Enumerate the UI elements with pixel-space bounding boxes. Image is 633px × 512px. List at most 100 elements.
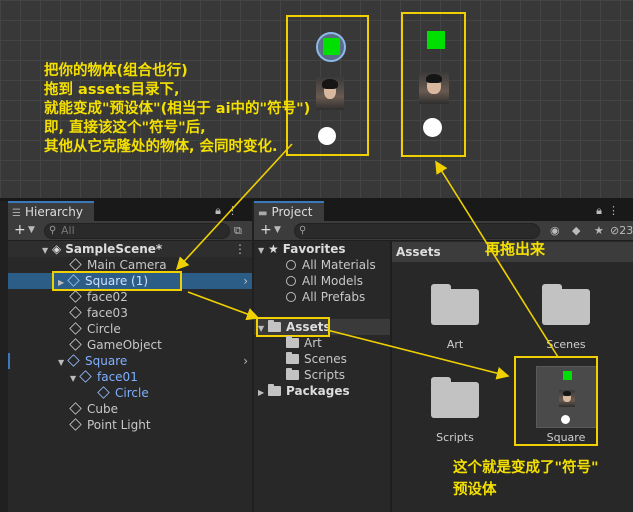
hierarchy-toolbar: + ▼ ⚲ All ⧉ xyxy=(8,221,252,241)
face-photo-sprite[interactable] xyxy=(316,77,344,110)
expand-arrow-icon[interactable]: ▼ xyxy=(258,243,268,259)
project-tab-label: Project xyxy=(271,205,313,219)
add-icon[interactable]: + xyxy=(14,222,26,238)
white-circle-sprite-clone[interactable] xyxy=(423,118,442,137)
gameobject-icon xyxy=(69,290,82,303)
expand-arrow-icon[interactable]: ▼ xyxy=(70,371,80,387)
scene-menu-icon[interactable]: ⋮ xyxy=(234,241,246,257)
project-divider[interactable] xyxy=(390,241,392,512)
project-tabbar: ▬ Project 🔒︎⋮ xyxy=(254,201,633,221)
prefab-icon xyxy=(67,354,80,367)
favorites-header[interactable]: ▼ ★ Favorites xyxy=(258,241,345,257)
assets-folder-art[interactable]: Art xyxy=(286,335,322,351)
favorite-label: All Prefabs xyxy=(302,290,366,304)
scene-visibility-icon[interactable]: ⧉ xyxy=(234,224,242,238)
search-icon xyxy=(286,260,296,270)
gameobject-icon xyxy=(69,338,82,351)
add-icon[interactable]: + xyxy=(260,222,272,238)
hierarchy-item-cube[interactable]: Cube xyxy=(69,401,118,417)
search-icon: ⚲ xyxy=(49,225,57,236)
hierarchy-panel: ☰ Hierarchy 🔒︎⋮ + ▼ ⚲ All ⧉ ▼ ◈ SampleScene*… xyxy=(8,201,252,512)
hidden-count-badge[interactable]: ⊘23 xyxy=(610,224,633,237)
filter-type-icon[interactable]: ◉ xyxy=(550,224,560,237)
assets-folder-scenes[interactable]: Scenes xyxy=(286,351,347,367)
folder-label: Scenes xyxy=(304,352,347,366)
hierarchy-item-face01[interactable]: ▼ face01 xyxy=(8,369,138,385)
hidden-count: 23 xyxy=(619,224,633,237)
gameobject-icon xyxy=(69,306,82,319)
hierarchy-search-placeholder: All xyxy=(61,224,75,237)
asset-label: Art xyxy=(446,338,464,351)
favorite-all-materials[interactable]: All Materials xyxy=(286,257,376,273)
scene-root[interactable]: ▼ ◈ SampleScene* ⋮ xyxy=(8,241,252,257)
hierarchy-search-input[interactable]: ⚲ All xyxy=(44,223,230,239)
filter-label-icon[interactable]: ◆ xyxy=(572,224,580,237)
favorite-star-icon[interactable]: ★ xyxy=(594,224,604,237)
unity-scene-icon: ◈ xyxy=(52,242,62,256)
favorite-all-prefabs[interactable]: All Prefabs xyxy=(286,289,365,305)
hierarchy-item-circle[interactable]: Circle xyxy=(69,321,121,337)
asset-label: Scripts xyxy=(436,431,474,444)
tab-project[interactable]: ▬ Project xyxy=(254,201,324,221)
prefab-note-line: 预设体 xyxy=(453,482,497,498)
folder-icon xyxy=(431,377,479,418)
hierarchy-item-point-light[interactable]: Point Light xyxy=(69,417,151,433)
item-label: face03 xyxy=(87,306,128,320)
hierarchy-item-face01-circle[interactable]: Circle xyxy=(97,385,149,401)
packages-label: Packages xyxy=(286,384,350,398)
project-tab-controls[interactable]: 🔒︎⋮ xyxy=(596,204,625,218)
packages-root[interactable]: ▶ Packages xyxy=(258,383,350,399)
item-label: face02 xyxy=(87,290,128,304)
gameobject-icon xyxy=(69,322,82,335)
hierarchy-tab-label: Hierarchy xyxy=(24,205,83,219)
chevron-right-icon[interactable]: › xyxy=(243,353,248,369)
chevron-down-icon[interactable]: ▼ xyxy=(28,225,35,235)
chevron-down-icon[interactable]: ▼ xyxy=(274,225,281,235)
list-icon: ☰ xyxy=(12,208,21,219)
star-icon: ★ xyxy=(268,242,279,256)
breadcrumb-assets[interactable]: Assets xyxy=(396,245,441,259)
gameobject-icon xyxy=(79,370,92,383)
assets-folder-scripts[interactable]: Scripts xyxy=(286,367,345,383)
green-square-sprite-clone[interactable] xyxy=(427,31,445,49)
tab-hierarchy[interactable]: ☰ Hierarchy xyxy=(8,201,94,221)
project-search-input[interactable]: ⚲ xyxy=(294,223,540,239)
face-photo-sprite-clone[interactable] xyxy=(419,72,449,104)
expand-arrow-icon[interactable]: ▼ xyxy=(42,243,52,259)
item-label: Point Light xyxy=(87,418,151,432)
main-annotation: 把你的物体(组合也行) 拖到 assets目录下, 就能变成"预设体"(相当于 … xyxy=(44,62,310,157)
hierarchy-item-gameobject[interactable]: GameObject xyxy=(69,337,162,353)
favorite-all-models[interactable]: All Models xyxy=(286,273,363,289)
square-1-highlight xyxy=(52,271,182,291)
white-circle-sprite[interactable] xyxy=(318,127,336,145)
folder-icon xyxy=(286,368,299,380)
drag-out-annotation: 再拖出来 xyxy=(485,240,546,258)
lock-icon[interactable]: 🔒︎ xyxy=(215,204,227,217)
green-square-sprite[interactable] xyxy=(323,38,340,55)
folder-icon xyxy=(286,336,299,348)
item-label: face01 xyxy=(97,370,138,384)
more-icon[interactable]: ⋮ xyxy=(608,204,625,217)
hierarchy-tab-controls[interactable]: 🔒︎⋮ xyxy=(215,204,244,218)
chevron-right-icon[interactable]: › xyxy=(243,273,248,289)
more-icon[interactable]: ⋮ xyxy=(227,204,244,217)
item-label: Cube xyxy=(87,402,118,416)
folder-icon xyxy=(542,284,590,325)
search-icon xyxy=(286,276,296,286)
prefab-highlight xyxy=(514,356,598,446)
folder-icon xyxy=(286,352,299,364)
note-line: 即, 直接该这个"符号"后, xyxy=(44,120,206,136)
hierarchy-item-face02[interactable]: face02 xyxy=(69,289,128,305)
hierarchy-item-face03[interactable]: face03 xyxy=(69,305,128,321)
scene-view[interactable]: 把你的物体(组合也行) 拖到 assets目录下, 就能变成"预设体"(相当于 … xyxy=(0,0,633,198)
hierarchy-item-square[interactable]: ▼ Square › xyxy=(8,353,252,369)
gameobject-icon xyxy=(69,402,82,415)
item-label: Circle xyxy=(115,386,149,400)
project-toolbar: + ▼ ⚲ ◉ ◆ ★ ⊘23 xyxy=(254,221,633,241)
lock-icon[interactable]: 🔒︎ xyxy=(596,204,608,217)
folder-icon: ▬ xyxy=(258,208,268,219)
note-line: 拖到 assets目录下, xyxy=(44,82,180,98)
note-line: 就能变成"预设体"(相当于 ai中的"符号") xyxy=(44,101,311,117)
search-icon xyxy=(286,292,296,302)
expand-arrow-icon[interactable]: ▶ xyxy=(258,385,268,401)
